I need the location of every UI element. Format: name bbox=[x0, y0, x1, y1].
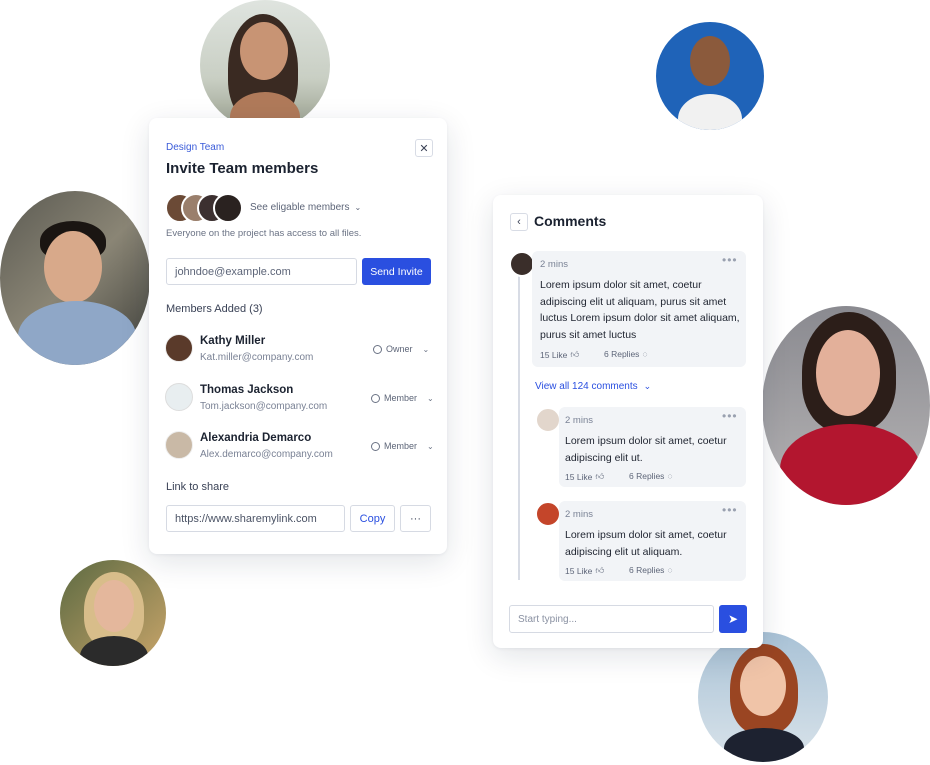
avatar bbox=[213, 193, 243, 223]
like-button[interactable]: 15 Like 👍︎ bbox=[565, 471, 604, 482]
chevron-left-icon: ‹ bbox=[517, 216, 521, 228]
avatar bbox=[535, 501, 561, 527]
thumbs-up-icon: 👍︎ bbox=[595, 471, 605, 481]
member-name: Alexandria Demarco bbox=[200, 432, 312, 444]
like-label: 15 Like bbox=[565, 565, 593, 576]
access-note: Everyone on the project has access to al… bbox=[166, 228, 362, 239]
comment: 2 mins ••• Lorem ipsum dolor sit amet, c… bbox=[559, 501, 746, 581]
member-email: Alex.demarco@company.com bbox=[200, 449, 333, 460]
avatar bbox=[165, 334, 193, 362]
thumbs-up-icon: 👍︎ bbox=[595, 565, 605, 575]
chat-bubble-icon: ◌ bbox=[642, 349, 648, 359]
role-label: Member bbox=[384, 441, 418, 451]
more-icon: ··· bbox=[410, 512, 421, 525]
member-name: Thomas Jackson bbox=[200, 384, 294, 396]
comment: 2 mins ••• Lorem ipsum dolor sit amet, c… bbox=[532, 251, 746, 367]
role-label: Member bbox=[384, 393, 418, 403]
photo-woman-red bbox=[762, 306, 930, 505]
comment-text: Lorem ipsum dolor sit amet, coetur adipi… bbox=[565, 529, 727, 558]
replies-button[interactable]: 6 Replies ◌ bbox=[629, 471, 673, 481]
replies-label: 6 Replies bbox=[629, 471, 665, 481]
view-all-comments-link[interactable]: View all 124 comments ⌄ bbox=[535, 381, 651, 392]
invite-team-card: Design Team Invite Team members ✕ See el… bbox=[149, 118, 447, 554]
comment-text: Lorem ipsum dolor sit amet, coetur adipi… bbox=[540, 279, 740, 341]
avatar bbox=[165, 383, 193, 411]
more-icon[interactable]: ••• bbox=[722, 409, 738, 423]
replies-label: 6 Replies bbox=[629, 565, 665, 575]
view-all-label: View all 124 comments bbox=[535, 381, 638, 392]
comments-title: Comments bbox=[534, 213, 607, 229]
role-dropdown[interactable]: Owner ⌄ bbox=[373, 344, 429, 354]
avatar bbox=[165, 431, 193, 459]
chevron-down-icon: ⌄ bbox=[643, 381, 652, 391]
thread-line bbox=[518, 275, 520, 580]
comment-time: 2 mins bbox=[565, 415, 593, 426]
gear-icon bbox=[371, 393, 380, 403]
chevron-down-icon: ⌄ bbox=[427, 441, 434, 451]
list-item: Kathy Miller Kat.miller@company.com Owne… bbox=[149, 332, 447, 372]
like-button[interactable]: 15 Like 👍︎ bbox=[540, 349, 579, 360]
chevron-down-icon: ⌄ bbox=[422, 344, 430, 354]
comment-time: 2 mins bbox=[565, 509, 593, 520]
close-button[interactable]: ✕ bbox=[415, 139, 433, 157]
team-label: Design Team bbox=[166, 142, 225, 153]
avatar bbox=[535, 407, 561, 433]
close-icon: ✕ bbox=[419, 142, 429, 155]
comment: 2 mins ••• Lorem ipsum dolor sit amet, c… bbox=[559, 407, 746, 487]
send-invite-button[interactable]: Send Invite bbox=[362, 258, 431, 285]
chevron-down-icon: ⌄ bbox=[354, 203, 362, 212]
replies-button[interactable]: 6 Replies ◌ bbox=[629, 565, 673, 575]
comment-time: 2 mins bbox=[540, 259, 568, 270]
chat-bubble-icon: ◌ bbox=[667, 565, 673, 575]
list-item: Thomas Jackson Tom.jackson@company.com M… bbox=[149, 381, 447, 421]
member-email: Tom.jackson@company.com bbox=[200, 401, 328, 412]
email-field[interactable]: johndoe@example.com bbox=[166, 258, 357, 285]
role-dropdown[interactable]: Member ⌄ bbox=[371, 393, 434, 403]
share-link-field[interactable]: https://www.sharemylink.com bbox=[166, 505, 345, 532]
thumbs-up-icon: 👍︎ bbox=[570, 349, 580, 359]
role-dropdown[interactable]: Member ⌄ bbox=[371, 441, 434, 451]
invite-title: Invite Team members bbox=[166, 160, 319, 177]
like-label: 15 Like bbox=[540, 349, 568, 360]
replies-label: 6 Replies bbox=[604, 349, 640, 359]
replies-button[interactable]: 6 Replies ◌ bbox=[604, 349, 648, 359]
photo-woman-redhair bbox=[698, 632, 828, 762]
link-label: Link to share bbox=[166, 481, 229, 493]
gear-icon bbox=[373, 344, 382, 354]
role-label: Owner bbox=[386, 344, 413, 354]
photo-woman-blue bbox=[656, 22, 764, 130]
send-comment-button[interactable]: ➤ bbox=[719, 605, 747, 633]
photo-woman-top bbox=[200, 0, 330, 130]
member-name: Kathy Miller bbox=[200, 335, 266, 347]
member-email: Kat.miller@company.com bbox=[200, 352, 314, 363]
see-members-label: See eligable members bbox=[250, 202, 350, 213]
like-button[interactable]: 15 Like 👍︎ bbox=[565, 565, 604, 576]
comment-input[interactable]: Start typing... bbox=[509, 605, 714, 633]
members-heading: Members Added (3) bbox=[166, 303, 263, 315]
comment-text: Lorem ipsum dolor sit amet, coetur adipi… bbox=[565, 435, 727, 464]
photo-man-glasses bbox=[0, 191, 150, 365]
like-label: 15 Like bbox=[565, 471, 593, 482]
chat-bubble-icon: ◌ bbox=[667, 471, 673, 481]
back-button[interactable]: ‹ bbox=[510, 213, 528, 231]
more-icon[interactable]: ••• bbox=[722, 253, 738, 267]
copy-button[interactable]: Copy bbox=[350, 505, 395, 532]
chevron-down-icon: ⌄ bbox=[427, 393, 434, 403]
rocket-icon: ➤ bbox=[727, 612, 739, 626]
see-members-dropdown[interactable]: See eligable members ⌄ bbox=[250, 202, 361, 213]
list-item: Alexandria Demarco Alex.demarco@company.… bbox=[149, 429, 447, 469]
more-button[interactable]: ··· bbox=[400, 505, 431, 532]
gear-icon bbox=[371, 441, 380, 451]
more-icon[interactable]: ••• bbox=[722, 503, 738, 517]
comments-card: ‹ Comments 2 mins ••• Lorem ipsum dolor … bbox=[493, 195, 763, 648]
photo-woman-blonde bbox=[60, 560, 166, 666]
